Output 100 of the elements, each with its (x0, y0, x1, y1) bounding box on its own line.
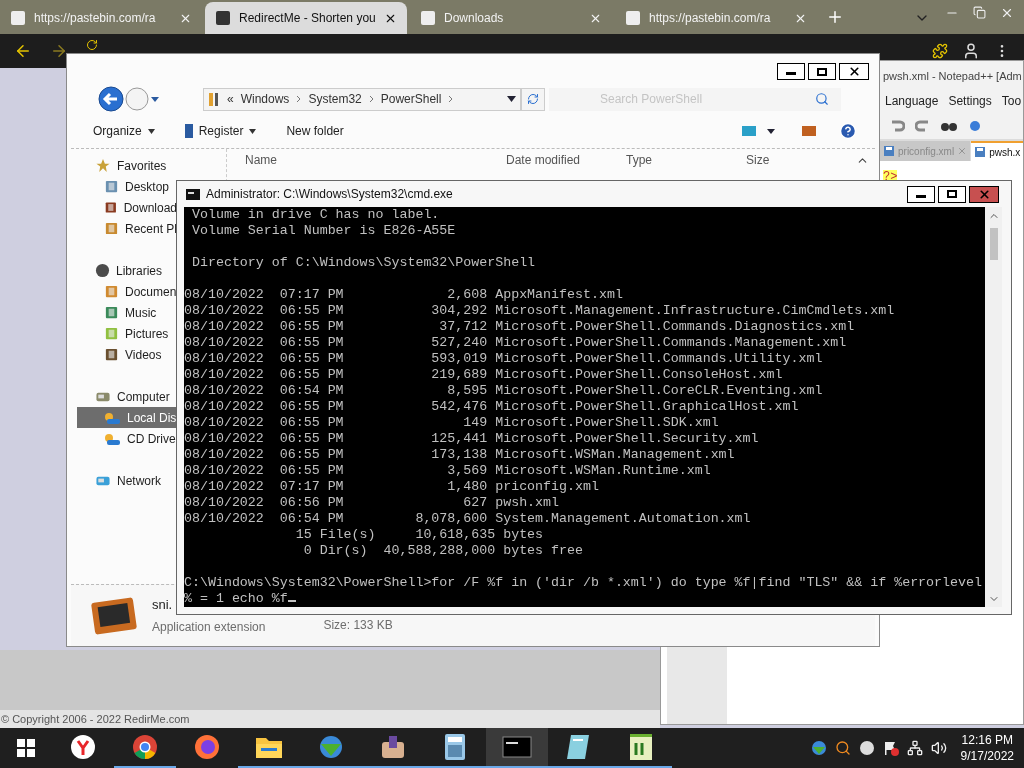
tab-title: https://pastebin.com/ra (34, 10, 157, 27)
column-header[interactable]: Name (245, 151, 506, 169)
preview-pane-icon[interactable] (801, 125, 817, 137)
menu-item[interactable]: Language (885, 92, 939, 110)
windows-icon (17, 739, 35, 757)
file-size: Size: 133 KB (323, 617, 393, 634)
column-header[interactable]: Type (626, 151, 746, 169)
menu-item[interactable]: Too (1001, 92, 1022, 110)
console-line: 08/10/2022 06:55 PM 219,689 Microsoft.PowerShell.ConsoleHost.xml (184, 367, 783, 383)
history-dropdown-icon[interactable] (150, 95, 160, 103)
nav-item[interactable]: Recent Pl (77, 218, 177, 239)
chrome-icon (132, 734, 158, 760)
profile-icon[interactable] (962, 42, 980, 60)
nav-item[interactable]: Videos (77, 344, 177, 365)
dropdown-icon (147, 128, 155, 134)
view-icon[interactable] (741, 125, 757, 137)
window-title: Administrator: C:\Windows\System32\cmd.exe (206, 186, 453, 203)
console-line: C:\Windows\System32\PowerShell>for /F %f in ('dir /b *.xml') do type %f|find "TLS" && if %errorlevel (184, 575, 982, 591)
network-icon[interactable] (906, 740, 923, 756)
breadcrumb-overflow[interactable]: « (227, 90, 234, 108)
nav-item[interactable]: Libraries (77, 260, 177, 281)
forward-icon[interactable] (50, 42, 68, 60)
copyright-text: © Copyright 2006 - 2022 RedirMe.com (0, 711, 190, 727)
file-tab[interactable]: pwsh.x (971, 141, 1024, 161)
toolbar-button[interactable]: New folder (286, 122, 344, 140)
browser-tab[interactable]: RedirectMe - Shorten you (205, 2, 407, 34)
redo-icon[interactable] (915, 118, 931, 132)
column-header[interactable]: Size (746, 151, 826, 169)
console-line: 08/10/2022 06:55 PM 149 Microsoft.PowerShell.SDK.xml (184, 415, 719, 431)
dropdown-icon[interactable] (507, 96, 516, 102)
save-icon (974, 146, 987, 158)
speaker-icon[interactable] (930, 740, 947, 756)
tab-title: Downloads (444, 10, 505, 27)
maximize-button[interactable] (938, 185, 966, 203)
console-line: 08/10/2022 07:17 PM 2,608 AppxManifest.xml (184, 287, 623, 303)
minimize-button[interactable] (777, 63, 805, 80)
close-icon (847, 65, 861, 78)
scrollbar[interactable] (985, 207, 1002, 607)
save-icon (883, 145, 895, 157)
library-icon (95, 263, 110, 278)
undo-icon[interactable] (889, 118, 905, 132)
console-line: 08/10/2022 06:54 PM 8,078,600 System.Management.Automation.xml (184, 511, 751, 527)
new-tab-icon[interactable] (826, 8, 844, 26)
toolbar-button[interactable]: Register (184, 122, 257, 140)
menu-item[interactable]: Settings (948, 92, 992, 110)
refresh-icon (527, 93, 539, 105)
chevron-icon[interactable] (296, 95, 302, 103)
browser-tab[interactable]: https://pastebin.com/ra (0, 2, 202, 34)
file-type: Application extension (152, 618, 266, 636)
nav-item[interactable]: Pictures (77, 323, 177, 344)
search-icon[interactable] (834, 740, 851, 756)
nav-item[interactable]: Computer (77, 386, 177, 407)
chevron-icon[interactable] (448, 95, 454, 103)
back-button[interactable] (98, 86, 124, 112)
close-button[interactable] (839, 63, 869, 80)
nav-item[interactable]: Desktop (77, 176, 177, 197)
back-icon[interactable] (14, 42, 32, 60)
nav-item[interactable]: CD Drive (77, 428, 177, 449)
taskbar-app[interactable] (486, 728, 548, 768)
console-line: 08/10/2022 06:55 PM 3,569 Microsoft.WSMan.Runtime.xml (184, 463, 711, 479)
minimize-button[interactable] (907, 185, 935, 203)
nav-item[interactable]: Local Dis (77, 407, 177, 428)
restore-icon[interactable] (973, 6, 986, 19)
dropdown-icon[interactable] (767, 128, 775, 134)
nav-item[interactable]: Network (77, 470, 177, 491)
maximize-button[interactable] (808, 63, 836, 80)
help-icon[interactable] (839, 122, 857, 140)
refresh-button[interactable] (521, 87, 545, 111)
console-icon (186, 188, 200, 200)
search-icon[interactable] (815, 92, 829, 106)
scroll-thumb[interactable] (989, 228, 998, 260)
flag-icon[interactable] (882, 740, 899, 756)
dropdown-icon (249, 128, 257, 134)
browser-tab[interactable]: https://pastebin.com/ra (615, 2, 817, 34)
nav-item[interactable]: Download (77, 197, 177, 218)
close-button[interactable] (969, 185, 999, 203)
toolbar-button[interactable]: Organize (93, 122, 155, 140)
breadcrumb-item[interactable]: System32 (308, 90, 362, 108)
circle-icon[interactable] (858, 740, 875, 756)
clock[interactable]: 12:16 PM 9/17/2022 (960, 732, 1014, 764)
column-header[interactable]: Date modified (506, 151, 626, 169)
breadcrumb-item[interactable]: PowerShell (380, 90, 442, 108)
extensions-icon[interactable] (932, 43, 948, 59)
page-icon (10, 10, 26, 26)
address-bar[interactable]: « Windows System32 PowerShell (203, 87, 521, 111)
console-line: 08/10/2022 06:54 PM 8,595 Microsoft.PowerShell.CoreCLR.Eventing.xml (184, 383, 823, 399)
calculator-icon (444, 733, 466, 761)
tool-icon (379, 734, 407, 760)
browser-tab[interactable]: Downloads (410, 2, 612, 34)
breadcrumb-item[interactable]: Windows (240, 90, 290, 108)
console-line: 08/10/2022 06:55 PM 37,712 Microsoft.PowerShell.Commands.Diagnostics.xml (184, 319, 855, 335)
nav-item[interactable]: Documen (77, 281, 177, 302)
console-line: 15 File(s) 10,618,635 bytes (294, 527, 544, 543)
register-icon (184, 123, 193, 139)
star-icon (95, 158, 111, 173)
nav-item[interactable]: Favorites (77, 155, 177, 176)
reload-icon[interactable] (86, 39, 98, 51)
drive-icon (104, 410, 121, 425)
chevron-icon[interactable] (368, 95, 374, 103)
nav-item[interactable]: Music (77, 302, 177, 323)
